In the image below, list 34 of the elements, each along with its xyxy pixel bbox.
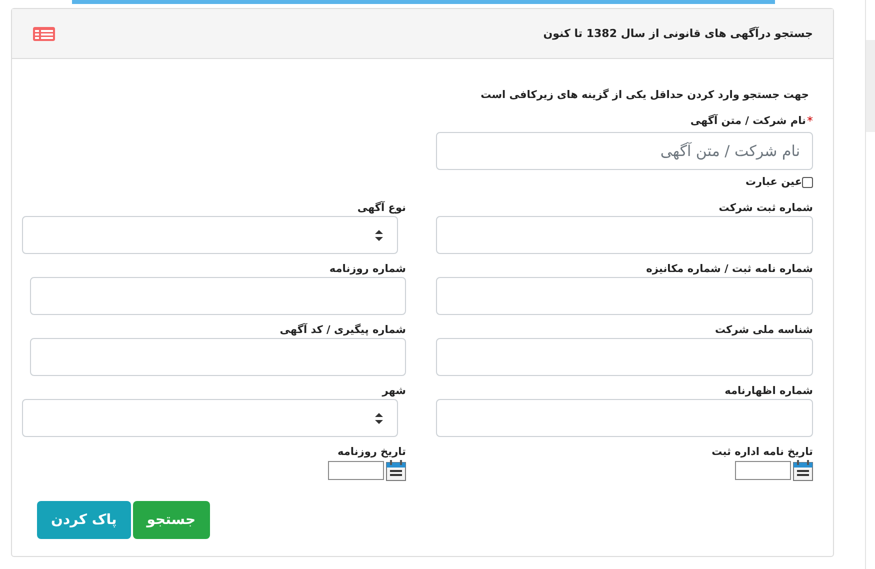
input-field[interactable] [30, 277, 406, 315]
action-button[interactable]: جستجو [132, 501, 210, 539]
field-label: شماره نامه ثبت / شماره مکانیزه [645, 262, 813, 277]
input-field[interactable] [436, 216, 813, 254]
input-field[interactable] [30, 338, 406, 376]
instruction-text: جهت جستجو وارد کردن حداقل یکی از گزینه های زیرکافی است [480, 89, 809, 103]
sort-arrows-icon [375, 412, 383, 424]
field-label: شماره روزنامه [328, 262, 406, 277]
field-label: شماره ثبت شرکت [718, 201, 813, 216]
company-name-field[interactable]: نام شرکت / متن آگهی [436, 132, 813, 170]
field-label: تاریخ نامه اداره ثبت [710, 445, 813, 460]
input-field[interactable] [436, 399, 813, 437]
action-button[interactable]: پاک کردن [37, 501, 131, 539]
field-label: شهر [380, 384, 406, 399]
field-label: تاریخ روزنامه [336, 445, 406, 460]
input-field[interactable] [436, 338, 813, 376]
date-field[interactable] [735, 461, 791, 480]
date-field[interactable] [328, 461, 384, 480]
field-label: شناسه ملی شرکت [714, 323, 813, 338]
select-field[interactable] [22, 399, 398, 437]
input-field[interactable] [436, 277, 813, 315]
field-label: شماره اظهارنامه [724, 384, 813, 399]
select-field[interactable] [22, 216, 398, 254]
field-label: شماره پیگیری / کد آگهی [278, 322, 406, 338]
checkbox[interactable] [802, 176, 813, 188]
required-asterisk: * [807, 114, 813, 128]
panel-title: جستجو درآگهی های قانونی از سال 1382 تا کنون [543, 27, 813, 40]
field-label: نوع آگهی [356, 200, 406, 216]
calendar-icon[interactable] [793, 460, 813, 481]
field-label: نام شرکت / متن آگهی [690, 115, 806, 127]
calendar-icon[interactable] [386, 460, 406, 481]
list-icon [32, 26, 56, 42]
checkbox-label: عین عبارت [745, 176, 802, 188]
sort-arrows-icon [375, 230, 383, 240]
